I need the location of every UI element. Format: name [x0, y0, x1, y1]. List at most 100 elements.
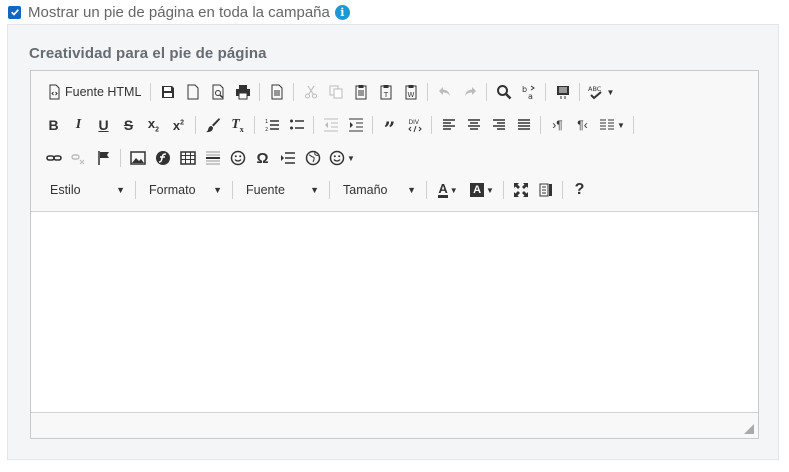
smiley-icon	[230, 150, 245, 166]
justify-button[interactable]	[511, 113, 536, 137]
align-right-button[interactable]	[486, 113, 511, 137]
strikethrough-button[interactable]: S	[116, 113, 141, 137]
replace-icon: ba	[522, 85, 535, 100]
rtl-button[interactable]: ¶‹	[570, 113, 595, 137]
smiley-button[interactable]	[225, 146, 250, 170]
check-icon	[10, 9, 19, 16]
format-combo[interactable]: Formato ▼	[140, 179, 228, 201]
select-all-button[interactable]	[550, 80, 575, 104]
print-button[interactable]	[230, 80, 255, 104]
superscript-icon: x2	[172, 117, 185, 133]
paste-button[interactable]	[348, 80, 373, 104]
indent-button[interactable]	[343, 113, 368, 137]
style-combo[interactable]: Estilo ▼	[41, 179, 131, 201]
text-color-icon: A	[438, 180, 448, 198]
outdent-button[interactable]	[318, 113, 343, 137]
select-all-icon	[556, 86, 569, 99]
toolbar-row-4: Estilo ▼ Formato ▼ Fuente ▼ Tamaño ▼ A ▼…	[41, 177, 592, 203]
copy-format-button[interactable]	[200, 113, 225, 137]
resize-grip-icon[interactable]	[744, 424, 754, 434]
emoji-button[interactable]: ▼	[325, 146, 359, 170]
footer-toggle-checkbox[interactable]	[8, 5, 21, 19]
templates-button[interactable]	[264, 80, 289, 104]
numbered-list-icon: 12	[265, 119, 279, 133]
source-icon	[49, 84, 60, 100]
superscript-button[interactable]: x2	[166, 113, 191, 137]
svg-text:DIV: DIV	[408, 119, 419, 126]
emoji-icon	[329, 150, 345, 166]
unlink-button[interactable]	[66, 146, 91, 170]
chevron-down-icon: ▼	[310, 185, 319, 195]
new-page-button[interactable]	[180, 80, 205, 104]
page-break-button[interactable]	[275, 146, 300, 170]
subscript-button[interactable]: x2	[141, 113, 166, 137]
print-icon	[235, 85, 250, 100]
footer-creative-label: Creatividad para el pie de página	[29, 45, 267, 62]
info-icon[interactable]: i	[334, 4, 350, 20]
redo-button[interactable]	[457, 80, 482, 104]
align-right-icon	[492, 119, 505, 130]
numbered-list-button[interactable]: 12	[259, 113, 284, 137]
align-left-button[interactable]	[436, 113, 461, 137]
language-button[interactable]: ▼	[595, 113, 629, 137]
spellcheck-button[interactable]: ABC ▼	[584, 80, 618, 104]
globe-icon	[305, 150, 320, 166]
special-char-button[interactable]: Ω	[250, 146, 275, 170]
cut-button[interactable]	[298, 80, 323, 104]
toolbar-separator	[259, 83, 261, 101]
editor-content-area[interactable]	[31, 212, 758, 412]
toolbar-separator	[120, 149, 121, 167]
iframe-button[interactable]	[300, 146, 325, 170]
copy-button[interactable]	[323, 80, 348, 104]
page-break-icon	[280, 152, 295, 164]
toolbar-separator	[329, 181, 330, 199]
show-blocks-button[interactable]	[533, 178, 558, 202]
bold-button[interactable]: B	[41, 113, 66, 137]
preview-button[interactable]	[205, 80, 230, 104]
templates-icon	[271, 84, 283, 100]
help-button[interactable]: ?	[567, 178, 592, 202]
toolbar-separator	[431, 116, 432, 134]
remove-format-button[interactable]: Tx	[225, 113, 250, 137]
svg-text:a: a	[528, 92, 533, 100]
svg-text:W: W	[407, 91, 414, 99]
save-button[interactable]	[155, 80, 180, 104]
toolbar-separator	[313, 116, 314, 134]
image-button[interactable]	[125, 146, 150, 170]
undo-button[interactable]	[432, 80, 457, 104]
toolbar-row-2: B I U S x2 x2 Tx 12 ” DIV ›¶ ¶‹ ▼	[41, 112, 638, 139]
strikethrough-icon: S	[123, 117, 134, 133]
replace-button[interactable]: ba	[516, 80, 541, 104]
footer-creative-panel: Creatividad para el pie de página Fuente…	[7, 24, 779, 460]
bold-icon: B	[48, 117, 59, 133]
flash-button[interactable]	[150, 146, 175, 170]
toolbar-row-1: Fuente HTML T W b a ABC ▼	[41, 79, 618, 105]
ltr-button[interactable]: ›¶	[545, 113, 570, 137]
horizontal-rule-button[interactable]	[200, 146, 225, 170]
create-div-button[interactable]: DIV	[402, 113, 427, 137]
align-center-button[interactable]	[461, 113, 486, 137]
bulleted-list-button[interactable]	[284, 113, 309, 137]
spellcheck-icon: ABC	[588, 85, 602, 100]
paste-text-button[interactable]: T	[373, 80, 398, 104]
blockquote-button[interactable]: ”	[377, 113, 402, 139]
link-button[interactable]	[41, 146, 66, 170]
subscript-icon: x2	[147, 116, 160, 134]
toolbar-separator	[254, 116, 255, 134]
find-button[interactable]	[491, 80, 516, 104]
italic-button[interactable]: I	[66, 113, 91, 137]
link-icon	[45, 155, 62, 161]
underline-button[interactable]: U	[91, 113, 116, 137]
background-color-button[interactable]: A ▼	[465, 178, 499, 202]
size-combo[interactable]: Tamaño ▼	[334, 179, 422, 201]
footer-toggle-label[interactable]: Mostrar un pie de página en toda la camp…	[28, 4, 330, 21]
table-button[interactable]	[175, 146, 200, 170]
source-html-button[interactable]: Fuente HTML	[41, 80, 146, 104]
paste-word-button[interactable]: W	[398, 80, 423, 104]
font-combo[interactable]: Fuente ▼	[237, 179, 325, 201]
toolbar-separator	[150, 83, 152, 101]
svg-text:T: T	[383, 91, 389, 99]
anchor-button[interactable]	[91, 146, 116, 170]
maximize-button[interactable]	[508, 178, 533, 202]
text-color-button[interactable]: A ▼	[431, 178, 465, 202]
